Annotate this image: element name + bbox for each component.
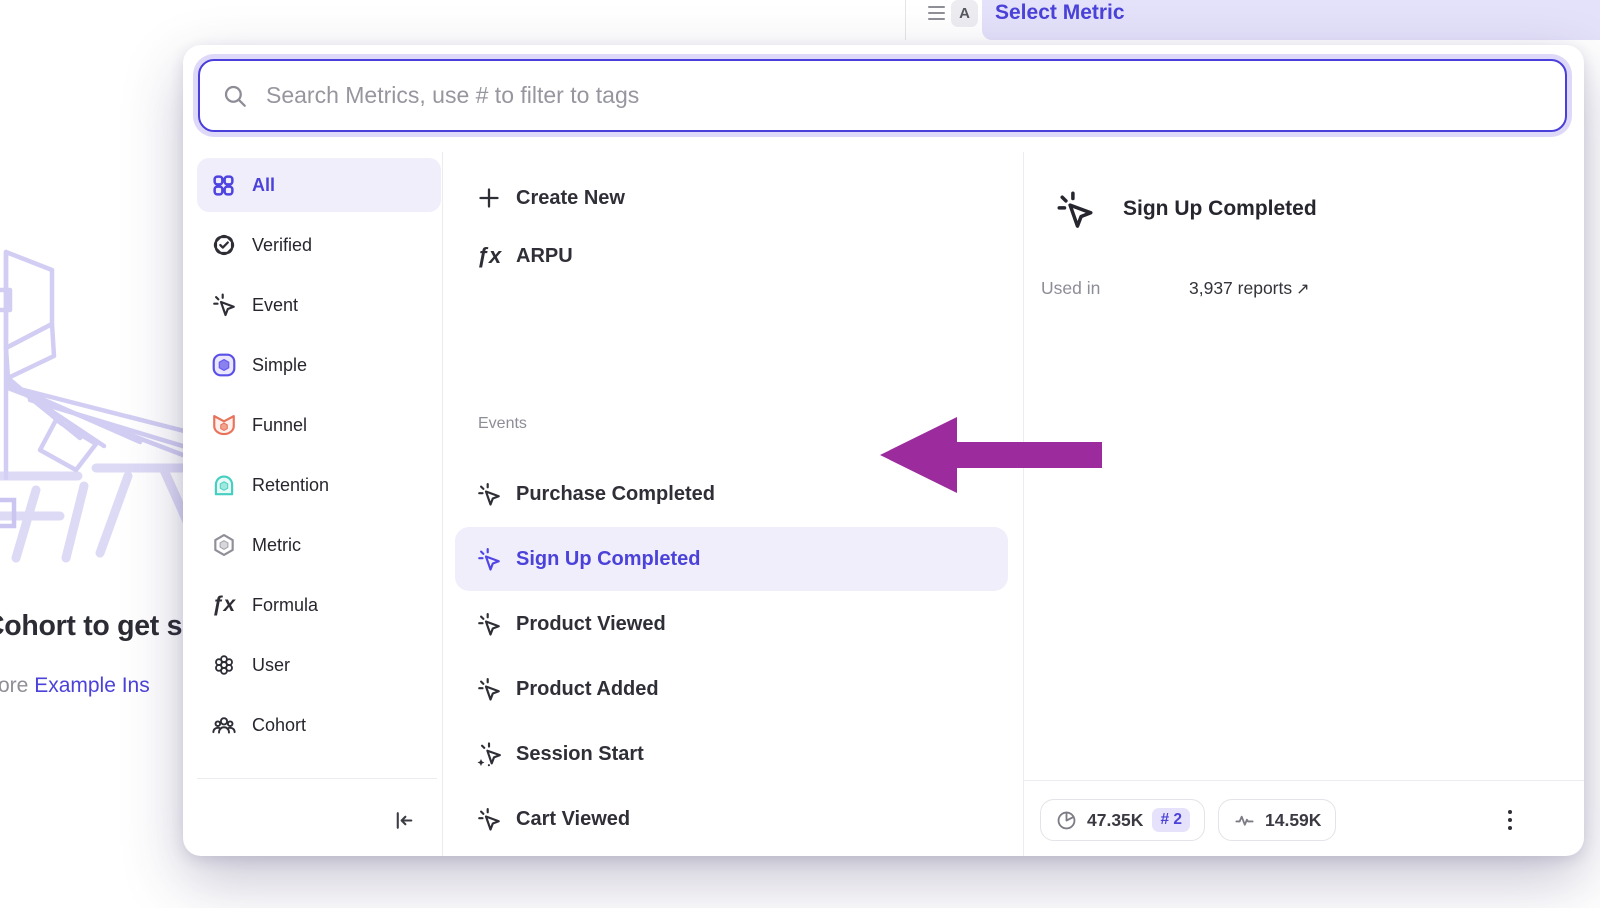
- metric-search-box[interactable]: [198, 59, 1567, 132]
- divider: [1024, 780, 1584, 781]
- sidebar-item-cohort[interactable]: Cohort: [197, 698, 441, 752]
- event-item[interactable]: Product Viewed: [442, 592, 1023, 656]
- stat-value: 14.59K: [1265, 810, 1321, 831]
- panel-border: [905, 0, 906, 40]
- sidebar-item-label: Simple: [252, 355, 307, 376]
- sidebar-item-event[interactable]: Event: [197, 278, 441, 332]
- event-item-selected[interactable]: Sign Up Completed: [455, 527, 1008, 591]
- create-new-button[interactable]: Create New: [442, 169, 1023, 227]
- drag-handle-icon[interactable]: [928, 6, 945, 20]
- metric-icon: [210, 532, 237, 559]
- metric-picker-dialog: All Verified Event Simple: [183, 45, 1584, 856]
- pie-chart-icon: [1055, 809, 1078, 832]
- event-item-label: Product Viewed: [516, 613, 666, 636]
- background-headline-fragment: Cohort to get s: [0, 610, 182, 643]
- retention-icon: [210, 472, 237, 499]
- sidebar-item-label: Formula: [252, 595, 318, 616]
- collapse-sidebar-button[interactable]: [381, 802, 425, 838]
- event-item[interactable]: Session Start: [442, 722, 1023, 786]
- metric-item-arpu[interactable]: ƒx ARPU: [442, 227, 1023, 285]
- sidebar-item-formula[interactable]: ƒx Formula: [197, 578, 441, 632]
- decorative-wireframe-illustration: [0, 228, 200, 568]
- formula-icon: ƒx: [476, 243, 502, 269]
- event-item-label: Purchase Completed: [516, 483, 715, 506]
- event-item-label: Cart Viewed: [516, 808, 630, 831]
- metric-list: Create New ƒx ARPU Events Purchase Compl…: [442, 152, 1023, 856]
- search-input[interactable]: [248, 82, 1565, 109]
- select-metric-label: Select Metric: [995, 1, 1125, 25]
- used-in-reports-link[interactable]: 3,937 reports↗: [1189, 278, 1310, 299]
- select-metric-row[interactable]: Select Metric: [982, 0, 1600, 40]
- sidebar-item-metric[interactable]: Metric: [197, 518, 441, 572]
- event-icon: [476, 806, 502, 832]
- event-item[interactable]: [Auto] Page View: [442, 852, 1023, 856]
- event-icon: [1054, 189, 1096, 231]
- funnel-icon: [210, 412, 237, 439]
- divider: [1023, 152, 1024, 856]
- metric-position-badge: A: [951, 0, 978, 27]
- event-icon: [210, 292, 237, 319]
- plus-icon: [476, 185, 502, 211]
- sidebar-item-label: All: [252, 175, 275, 196]
- event-icon: [476, 611, 502, 637]
- sidebar-item-label: Metric: [252, 535, 301, 556]
- event-item-label: Product Added: [516, 678, 659, 701]
- kebab-menu-icon[interactable]: [1497, 802, 1523, 838]
- event-icon: [476, 481, 502, 507]
- sidebar-item-label: Verified: [252, 235, 312, 256]
- sidebar-item-funnel[interactable]: Funnel: [197, 398, 441, 452]
- sidebar-item-label: Funnel: [252, 415, 307, 436]
- metric-type-sidebar: All Verified Event Simple: [197, 158, 441, 758]
- grid-icon: [210, 172, 237, 199]
- metric-item-label: ARPU: [516, 245, 573, 268]
- used-in-row: Used in 3,937 reports↗: [1041, 278, 1561, 299]
- sidebar-item-label: User: [252, 655, 290, 676]
- sidebar-item-label: Retention: [252, 475, 329, 496]
- create-new-label: Create New: [516, 187, 625, 210]
- sidebar-item-verified[interactable]: Verified: [197, 218, 441, 272]
- collapse-left-icon: [391, 808, 416, 833]
- divider: [197, 778, 437, 779]
- stat-value: 47.35K: [1087, 810, 1143, 831]
- event-item[interactable]: Product Added: [442, 657, 1023, 721]
- event-star-icon: [476, 741, 502, 767]
- external-link-icon: ↗: [1296, 281, 1309, 298]
- used-in-label: Used in: [1041, 278, 1189, 299]
- event-icon: [476, 676, 502, 702]
- event-item[interactable]: Purchase Completed: [442, 462, 1023, 526]
- sidebar-item-label: Event: [252, 295, 298, 316]
- example-insights-link[interactable]: Example Ins: [34, 674, 150, 697]
- sidebar-item-simple[interactable]: Simple: [197, 338, 441, 392]
- search-icon: [222, 83, 248, 109]
- sidebar-item-user[interactable]: User: [197, 638, 441, 692]
- background-subline: ore Example Ins: [0, 674, 150, 698]
- cohort-icon: [210, 712, 237, 739]
- sidebar-item-all[interactable]: All: [197, 158, 441, 212]
- event-item[interactable]: Cart Viewed: [442, 787, 1023, 851]
- total-count-stat-pill[interactable]: 47.35K # 2: [1040, 799, 1205, 841]
- sidebar-item-retention[interactable]: Retention: [197, 458, 441, 512]
- pulse-icon: [1233, 809, 1256, 832]
- sidebar-item-label: Cohort: [252, 715, 306, 736]
- event-icon: [476, 546, 502, 572]
- events-section-header: Events: [478, 415, 527, 433]
- metric-detail-title: Sign Up Completed: [1123, 197, 1317, 221]
- event-item-label: Sign Up Completed: [516, 548, 700, 571]
- verified-icon: [210, 232, 237, 259]
- event-item-label: Session Start: [516, 743, 644, 766]
- rank-badge: # 2: [1152, 808, 1190, 832]
- subline-prefix: ore: [0, 674, 34, 697]
- user-icon: [210, 652, 237, 679]
- formula-icon: ƒx: [210, 592, 237, 619]
- unique-count-stat-pill[interactable]: 14.59K: [1218, 799, 1336, 841]
- simple-icon: [210, 352, 237, 379]
